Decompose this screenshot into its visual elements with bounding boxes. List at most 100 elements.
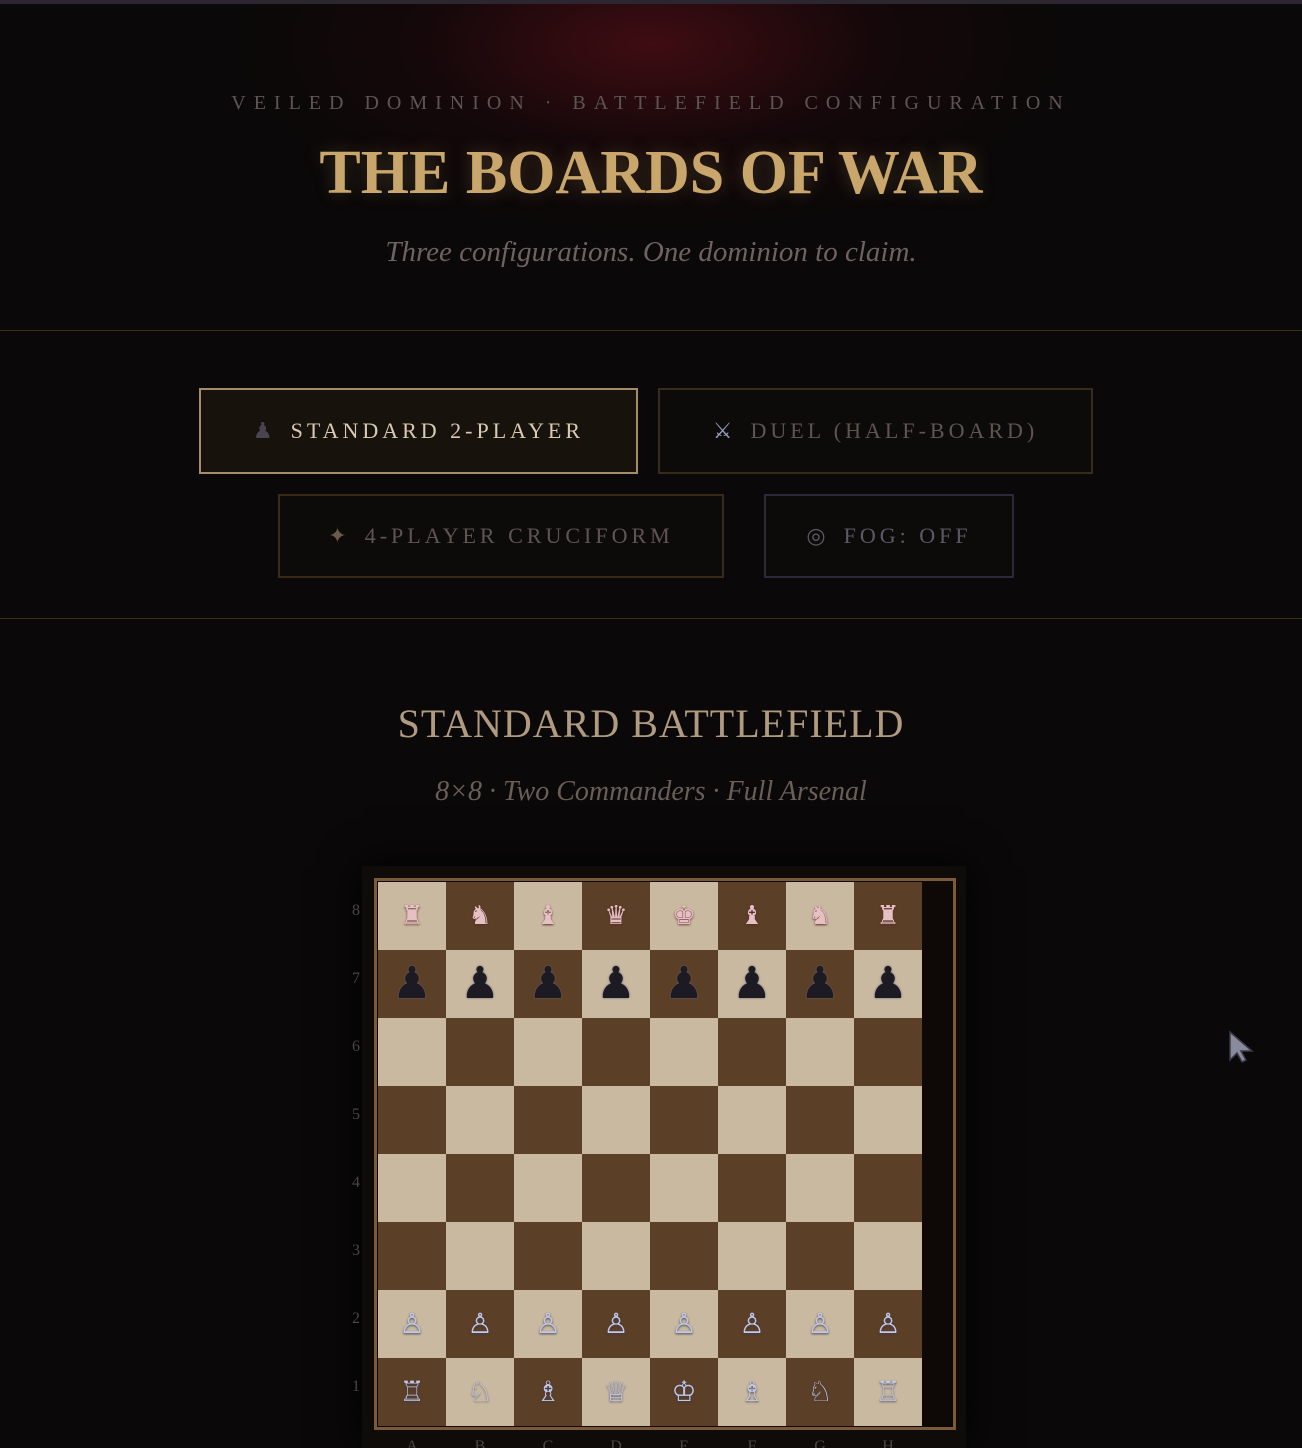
square-a2[interactable]: ♙ (378, 1290, 446, 1358)
ebony-piece[interactable]: ♟ (528, 962, 567, 1006)
crimson-piece[interactable]: ♛ (604, 903, 627, 929)
square-f6[interactable] (718, 1018, 786, 1086)
square-a5[interactable] (378, 1086, 446, 1154)
square-b2[interactable]: ♙ (446, 1290, 514, 1358)
ivory-piece[interactable]: ♗ (739, 1378, 764, 1406)
square-d8[interactable]: ♛ (582, 882, 650, 950)
square-d3[interactable] (582, 1222, 650, 1290)
square-a7[interactable]: ♟ (378, 950, 446, 1018)
square-c5[interactable] (514, 1086, 582, 1154)
square-g6[interactable] (786, 1018, 854, 1086)
ebony-piece[interactable]: ♟ (868, 962, 907, 1006)
square-c2[interactable]: ♙ (514, 1290, 582, 1358)
ivory-piece[interactable]: ♙ (807, 1310, 832, 1338)
ivory-piece[interactable]: ♙ (467, 1310, 492, 1338)
mode-cruciform-button[interactable]: ✦ 4-PLAYER CRUCIFORM (278, 494, 724, 578)
square-d1[interactable]: ♕ (582, 1358, 650, 1426)
square-d7[interactable]: ♟ (582, 950, 650, 1018)
square-e8[interactable]: ♚ (650, 882, 718, 950)
ebony-piece[interactable]: ♟ (800, 962, 839, 1006)
square-f7[interactable]: ♟ (718, 950, 786, 1018)
ivory-piece[interactable]: ♙ (535, 1310, 560, 1338)
square-f8[interactable]: ♝ (718, 882, 786, 950)
square-c4[interactable] (514, 1154, 582, 1222)
square-a6[interactable] (378, 1018, 446, 1086)
square-e1[interactable]: ♔ (650, 1358, 718, 1426)
ivory-piece[interactable]: ♗ (535, 1378, 560, 1406)
ebony-piece[interactable]: ♟ (732, 962, 771, 1006)
ivory-piece[interactable]: ♘ (467, 1378, 492, 1406)
ebony-piece[interactable]: ♟ (664, 962, 703, 1006)
mode-duel-button[interactable]: ⚔ DUEL (HALF-BOARD) (658, 388, 1093, 474)
square-h5[interactable] (854, 1086, 922, 1154)
square-g2[interactable]: ♙ (786, 1290, 854, 1358)
square-b8[interactable]: ♞ (446, 882, 514, 950)
square-f1[interactable]: ♗ (718, 1358, 786, 1426)
ivory-piece[interactable]: ♘ (807, 1378, 832, 1406)
ivory-piece[interactable]: ♙ (875, 1310, 900, 1338)
square-e5[interactable] (650, 1086, 718, 1154)
square-e6[interactable] (650, 1018, 718, 1086)
ivory-piece[interactable]: ♙ (399, 1310, 424, 1338)
ivory-piece[interactable]: ♙ (739, 1310, 764, 1338)
ivory-piece[interactable]: ♙ (603, 1310, 628, 1338)
square-d4[interactable] (582, 1154, 650, 1222)
square-b7[interactable]: ♟ (446, 950, 514, 1018)
square-f4[interactable] (718, 1154, 786, 1222)
mode-standard-button[interactable]: ♟ STANDARD 2-PLAYER (199, 388, 638, 474)
square-h7[interactable]: ♟ (854, 950, 922, 1018)
square-h2[interactable]: ♙ (854, 1290, 922, 1358)
square-b6[interactable] (446, 1018, 514, 1086)
ivory-piece[interactable]: ♔ (671, 1378, 696, 1406)
square-a3[interactable] (378, 1222, 446, 1290)
square-h6[interactable] (854, 1018, 922, 1086)
ivory-piece[interactable]: ♙ (671, 1310, 696, 1338)
square-c8[interactable]: ♝ (514, 882, 582, 950)
square-b4[interactable] (446, 1154, 514, 1222)
ivory-piece[interactable]: ♕ (603, 1378, 628, 1406)
square-d2[interactable]: ♙ (582, 1290, 650, 1358)
square-h8[interactable]: ♜ (854, 882, 922, 950)
square-d5[interactable] (582, 1086, 650, 1154)
square-g7[interactable]: ♟ (786, 950, 854, 1018)
square-g4[interactable] (786, 1154, 854, 1222)
square-c1[interactable]: ♗ (514, 1358, 582, 1426)
square-g1[interactable]: ♘ (786, 1358, 854, 1426)
square-b5[interactable] (446, 1086, 514, 1154)
ebony-piece[interactable]: ♟ (392, 962, 431, 1006)
ivory-piece[interactable]: ♖ (399, 1378, 424, 1406)
square-g8[interactable]: ♞ (786, 882, 854, 950)
crimson-piece[interactable]: ♜ (876, 903, 899, 929)
square-f5[interactable] (718, 1086, 786, 1154)
square-e2[interactable]: ♙ (650, 1290, 718, 1358)
square-h1[interactable]: ♖ (854, 1358, 922, 1426)
square-a1[interactable]: ♖ (378, 1358, 446, 1426)
crimson-piece[interactable]: ♚ (672, 903, 695, 929)
square-e3[interactable] (650, 1222, 718, 1290)
square-b3[interactable] (446, 1222, 514, 1290)
ebony-piece[interactable]: ♟ (460, 962, 499, 1006)
square-f2[interactable]: ♙ (718, 1290, 786, 1358)
fog-toggle-button[interactable]: ◎ FOG: OFF (764, 494, 1014, 578)
crimson-piece[interactable]: ♝ (536, 903, 559, 929)
crimson-piece[interactable]: ♞ (808, 903, 831, 929)
square-h3[interactable] (854, 1222, 922, 1290)
square-c3[interactable] (514, 1222, 582, 1290)
crimson-piece[interactable]: ♜ (400, 903, 423, 929)
square-f3[interactable] (718, 1222, 786, 1290)
crimson-piece[interactable]: ♞ (468, 903, 491, 929)
square-h4[interactable] (854, 1154, 922, 1222)
square-g5[interactable] (786, 1086, 854, 1154)
square-c7[interactable]: ♟ (514, 950, 582, 1018)
ivory-piece[interactable]: ♖ (875, 1378, 900, 1406)
ebony-piece[interactable]: ♟ (596, 962, 635, 1006)
square-e4[interactable] (650, 1154, 718, 1222)
square-b1[interactable]: ♘ (446, 1358, 514, 1426)
square-d6[interactable] (582, 1018, 650, 1086)
square-a8[interactable]: ♜ (378, 882, 446, 950)
square-g3[interactable] (786, 1222, 854, 1290)
crimson-piece[interactable]: ♝ (740, 903, 763, 929)
chess-board[interactable]: ♜ ♞ ♝ ♛ ♚ ♝ ♞ ♜ ♟ ♟ ♟ ♟ ♟ ♟ ♟ ♟ ♙ ♙ ♙ ♙ ♙ ♙ ♙ ♙ ♖ ♘ ♗ ♕ ♔ ♗ ♘ ♖ (378, 882, 922, 1426)
square-c6[interactable] (514, 1018, 582, 1086)
square-e7[interactable]: ♟ (650, 950, 718, 1018)
